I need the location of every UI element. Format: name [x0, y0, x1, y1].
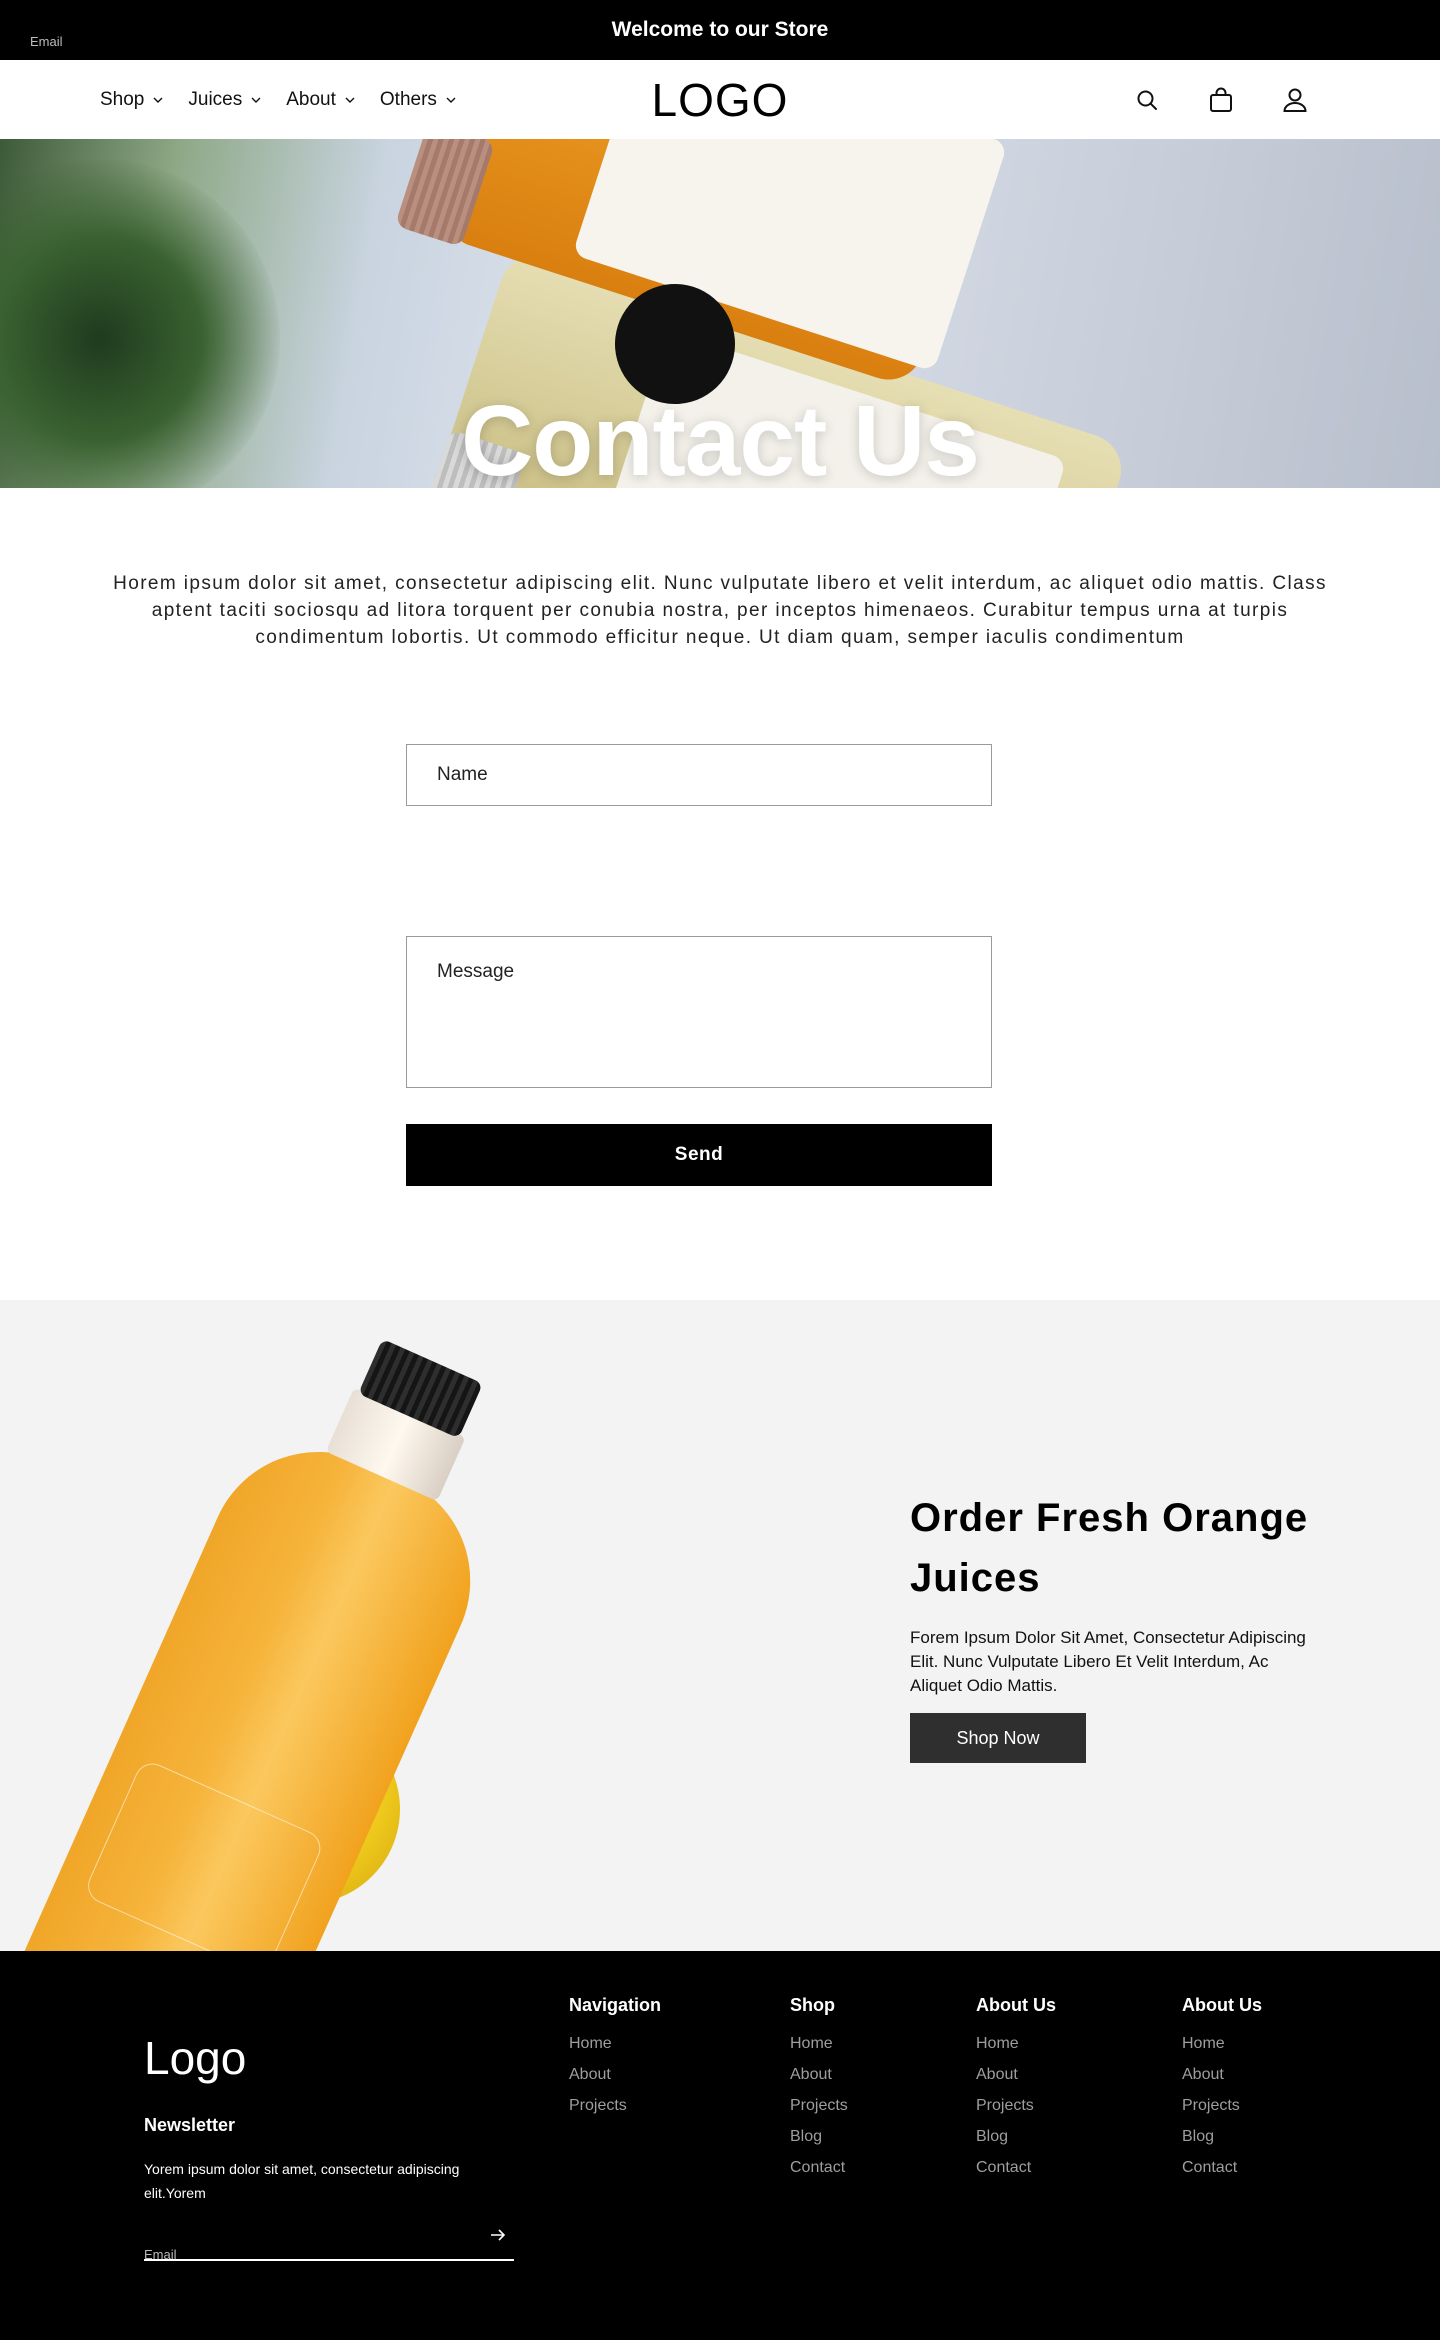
chevron-down-icon	[446, 97, 456, 103]
footer-logo[interactable]: Logo	[144, 2031, 246, 2085]
name-field[interactable]	[406, 744, 992, 806]
newsletter-title: Newsletter	[144, 2115, 236, 2135]
page-title: Contact Us	[461, 385, 980, 488]
footer-link[interactable]: Contact	[1182, 2148, 1262, 2187]
nav-others[interactable]: Others	[380, 89, 457, 111]
juice-bottle-image	[2, 1307, 549, 1951]
promo-text: Forem Ipsum Dolor Sit Amet, Consectetur …	[910, 1628, 1306, 1695]
newsletter-email-input[interactable]	[144, 2223, 464, 2285]
site-footer: Logo Newsletter Yorem ipsum dolor sit am…	[0, 1951, 1440, 2340]
newsletter-form	[144, 2213, 514, 2285]
account-button[interactable]	[1280, 85, 1310, 115]
footer-link[interactable]: Projects	[569, 2086, 661, 2125]
search-button[interactable]	[1132, 85, 1162, 115]
nav-others-label: Others	[379, 88, 437, 110]
arrow-right-icon[interactable]	[488, 2225, 508, 2245]
promo-section: Order Fresh Orange Juices Forem Ipsum Do…	[0, 1300, 1440, 1951]
footer-column-title: Shop	[790, 1995, 835, 2015]
nav-juices[interactable]: Juices	[188, 89, 262, 111]
footer-column-about-us-2: About Us Home About Projects Blog Contac…	[1182, 1995, 1262, 2187]
nav-juices-label: Juices	[188, 88, 243, 110]
chevron-down-icon	[251, 97, 261, 103]
nav-about-label: About	[286, 88, 336, 110]
intro-paragraph: Horem ipsum dolor sit amet, consectetur …	[113, 573, 1327, 648]
chevron-down-icon	[153, 97, 163, 103]
footer-link[interactable]: Contact	[976, 2148, 1056, 2187]
nav-shop-label: Shop	[100, 88, 145, 110]
promo-title: Order Fresh Orange Juices	[910, 1496, 1309, 1600]
footer-column-title: About Us	[1182, 1995, 1262, 2015]
cart-button[interactable]	[1206, 85, 1236, 115]
send-button[interactable]: Send	[406, 1124, 992, 1186]
header-actions	[1132, 60, 1310, 139]
shop-now-button[interactable]: Shop Now	[910, 1713, 1086, 1763]
bag-icon	[1210, 87, 1232, 112]
nav-about[interactable]: About	[286, 89, 356, 111]
nav-shop[interactable]: Shop	[100, 89, 164, 111]
site-logo[interactable]: LOGO	[652, 73, 789, 127]
footer-column-title: Navigation	[569, 1995, 662, 2015]
search-icon	[1137, 90, 1157, 110]
hero-banner: Contact Us	[0, 139, 1440, 488]
chevron-down-icon	[345, 97, 355, 103]
message-field[interactable]	[406, 936, 992, 1088]
email-field[interactable]	[0, 10, 320, 72]
footer-column-shop: Shop Home About Projects Blog Contact	[790, 1995, 848, 2187]
footer-column-navigation: Navigation Home About Projects	[569, 1995, 661, 2125]
announcement-text: Welcome to our Store	[611, 18, 829, 41]
footer-column-title: About Us	[976, 1995, 1056, 2015]
user-icon	[1283, 88, 1307, 112]
footer-link[interactable]: Contact	[790, 2148, 848, 2187]
newsletter-text: Yorem ipsum dolor sit amet, consectetur …	[144, 2161, 460, 2201]
footer-column-about-us: About Us Home About Projects Blog Contac…	[976, 1995, 1056, 2187]
